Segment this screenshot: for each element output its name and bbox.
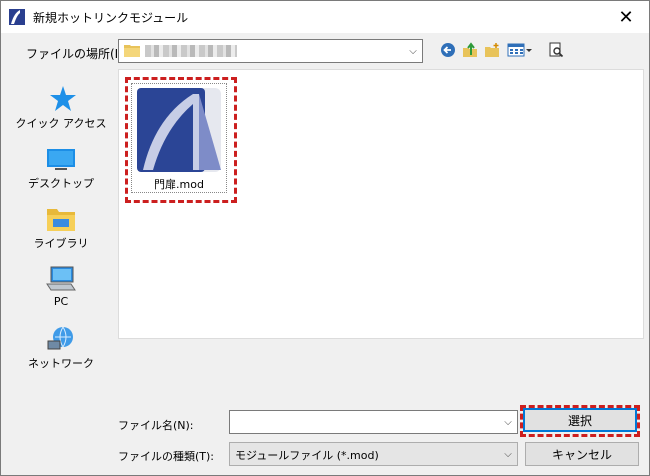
view-menu-icon: [507, 43, 532, 57]
sidebar-item-label: クイック アクセス: [15, 117, 107, 130]
sidebar-item-quick-access[interactable]: クイック アクセス: [9, 79, 113, 137]
places-sidebar: クイック アクセス デスクトップ ライブラリ PC ネットワーク: [9, 69, 113, 465]
file-name: 門扉.mod: [154, 178, 204, 191]
star-icon: [50, 86, 76, 111]
network-icon: [47, 326, 73, 350]
back-icon: [441, 43, 455, 57]
pc-icon: [46, 266, 76, 291]
library-icon: [47, 209, 75, 231]
file-list[interactable]: 門扉.mod: [118, 69, 644, 339]
preview-button[interactable]: [545, 39, 567, 61]
view-menu-button[interactable]: [505, 39, 535, 61]
folder-icon: [124, 45, 140, 57]
chevron-down-icon: ⌵: [504, 448, 512, 460]
select-button[interactable]: 選択: [523, 408, 637, 432]
up-folder-button[interactable]: [459, 39, 481, 61]
open-dialog: 新規ホットリンクモジュール ✕ ファイルの場所(I): ⌵ クイック アクセス …: [0, 0, 650, 476]
archicad-app-icon: [9, 9, 25, 25]
filetype-selected: モジュールファイル (*.mod): [235, 449, 379, 462]
new-folder-button[interactable]: [481, 39, 503, 61]
preview-icon: [549, 42, 564, 58]
sidebar-item-desktop[interactable]: デスクトップ: [9, 139, 113, 197]
dialog-title: 新規ホットリンクモジュール: [33, 11, 189, 25]
up-folder-icon: [463, 42, 477, 57]
file-item[interactable]: 門扉.mod: [125, 77, 237, 203]
sidebar-item-label: ライブラリ: [33, 237, 89, 250]
chevron-down-icon[interactable]: ⌵: [499, 411, 517, 433]
filename-label: ファイル名(N):: [118, 419, 194, 432]
location-label: ファイルの場所(I):: [26, 47, 127, 61]
location-path-obscured: [145, 45, 237, 57]
cancel-button[interactable]: キャンセル: [525, 442, 639, 466]
archicad-module-icon: [137, 88, 221, 172]
close-icon: ✕: [618, 6, 634, 28]
sidebar-item-pc[interactable]: PC: [9, 259, 113, 317]
desktop-icon: [47, 149, 75, 170]
location-combobox[interactable]: ⌵: [118, 39, 423, 63]
close-button[interactable]: ✕: [603, 1, 649, 33]
sidebar-item-network[interactable]: ネットワーク: [9, 319, 113, 377]
filename-input[interactable]: ⌵: [229, 410, 518, 434]
file-item-focus: 門扉.mod: [131, 83, 227, 193]
filetype-select[interactable]: モジュールファイル (*.mod) ⌵: [229, 442, 518, 466]
filetype-label: ファイルの種類(T):: [118, 450, 215, 463]
back-button[interactable]: [437, 39, 459, 61]
sidebar-item-label: PC: [53, 295, 69, 308]
sidebar-item-library[interactable]: ライブラリ: [9, 199, 113, 257]
title-bar: 新規ホットリンクモジュール ✕: [1, 1, 649, 33]
sidebar-item-label: ネットワーク: [28, 357, 94, 370]
new-folder-icon: [485, 43, 499, 57]
chevron-down-icon[interactable]: ⌵: [404, 40, 422, 62]
sidebar-item-label: デスクトップ: [28, 177, 94, 190]
